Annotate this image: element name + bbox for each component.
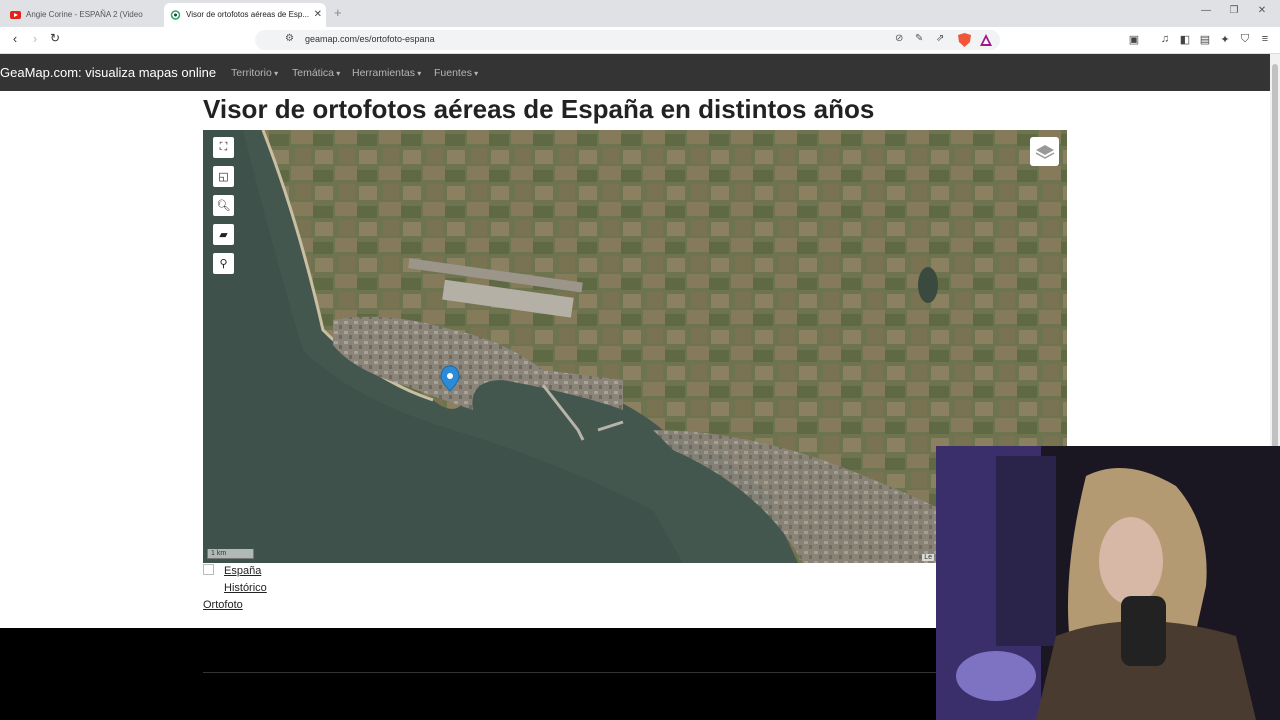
menu-territorio[interactable]: Territorio [231,67,278,79]
vpn-shield-icon[interactable]: ⛉ [1237,33,1253,46]
share-icon[interactable]: ⇗ [936,33,944,44]
rewards-triangle-icon[interactable] [980,34,992,46]
menu-fuentes[interactable]: Fuentes [434,67,478,79]
link-historico[interactable]: Histórico [224,582,267,594]
close-tab-icon[interactable]: ✕ [314,3,322,27]
leo-ai-icon[interactable]: ✦ [1217,33,1233,46]
tab-manager-icon[interactable]: ▣ [1126,33,1142,46]
address-bar[interactable]: ⚙ geamap.com/es/ortofoto-espana ⊘ ✎ ⇗ [255,30,1000,50]
new-tab-icon[interactable]: + [334,5,342,20]
page-title: Visor de ortofotos aéreas de España en d… [203,94,875,124]
link-ortofoto[interactable]: Ortofoto [203,599,243,611]
brave-shield-icon[interactable] [958,33,971,47]
tab-title: Visor de ortofotos aéreas de Esp... [186,10,310,19]
menu-tematica[interactable]: Temática [292,67,340,79]
browser-tab-bar: Angie Corine - ESPAÑA 2 (Video Ofi... Vi… [0,0,1280,27]
folder-icon[interactable]: ▰ [213,224,234,245]
tab-geamap[interactable]: Visor de ortofotos aéreas de Esp... ✕ [164,3,326,27]
broken-image-icon [203,564,214,575]
map-attribution[interactable]: Le [922,554,934,561]
site-brand[interactable]: GeaMap.com: visualiza mapas online [0,65,216,80]
tab-title: Angie Corine - ESPAÑA 2 (Video Ofi... [26,10,144,19]
no-tracking-icon[interactable]: ⊘ [895,33,903,44]
forward-icon[interactable]: › [26,31,44,46]
webcam-overlay [936,446,1280,720]
sidebar-icon[interactable]: ◧ [1177,33,1193,46]
menu-herramientas[interactable]: Herramientas [352,67,421,79]
back-icon[interactable]: ‹ [6,31,24,46]
reload-icon[interactable]: ↻ [46,31,64,45]
minimize-icon[interactable]: — [1196,5,1216,16]
menu-icon[interactable]: ≡ [1257,33,1273,45]
location-pin-icon[interactable]: ⚲ [213,253,234,274]
close-window-icon[interactable]: ✕ [1252,5,1272,16]
geamap-favicon-icon [170,10,181,20]
site-info-icon[interactable]: ⚙ [285,33,294,44]
layers-icon[interactable] [1030,137,1059,166]
address-bar-url: geamap.com/es/ortofoto-espana [305,34,435,44]
search-icon[interactable]: 🔍︎ [213,195,234,216]
browser-toolbar: ‹ › ↻ ⚑ ⚙ geamap.com/es/ortofoto-espana … [0,27,1280,54]
music-icon[interactable]: ♫ [1157,33,1173,45]
map-scale: 1 km [207,549,254,559]
translate-icon[interactable]: ✎ [915,33,923,44]
site-navbar: GeaMap.com: visualiza mapas online Terri… [0,54,1270,91]
tab-youtube[interactable]: Angie Corine - ESPAÑA 2 (Video Ofi... [4,3,160,27]
restore-icon[interactable]: ❐ [1224,5,1244,16]
minimap-icon[interactable]: ◱ [213,166,234,187]
youtube-icon [10,11,21,19]
wallet-icon[interactable]: ▤ [1197,33,1213,46]
link-espana[interactable]: España [224,565,261,577]
webcam-image [936,446,1280,720]
scrollbar-thumb[interactable] [1272,64,1278,454]
fullscreen-icon[interactable]: ⛶ [213,137,234,158]
